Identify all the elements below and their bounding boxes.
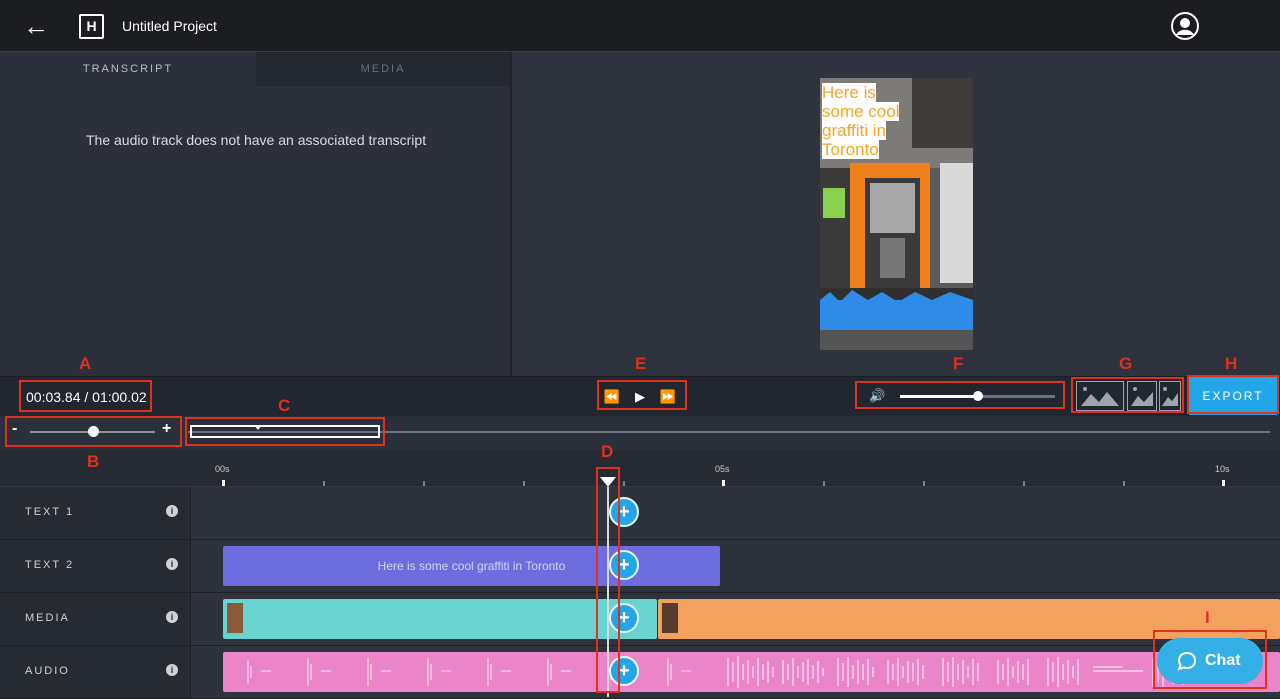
major-tick bbox=[1222, 480, 1225, 486]
minor-tick bbox=[423, 481, 425, 486]
media-clip[interactable] bbox=[223, 599, 657, 639]
annotation-label: G bbox=[1119, 354, 1133, 373]
annotation-box-f bbox=[855, 381, 1065, 409]
annotation-box-g bbox=[1071, 377, 1184, 413]
user-avatar-icon[interactable] bbox=[1171, 12, 1199, 40]
annotation-label: A bbox=[79, 354, 92, 373]
minor-tick bbox=[523, 481, 525, 486]
info-icon[interactable]: i bbox=[166, 664, 178, 676]
track-name: MEDIA bbox=[25, 612, 70, 624]
overlay-caption[interactable]: Here is some cool graffiti in Toronto bbox=[822, 83, 912, 159]
annotation-label: D bbox=[601, 442, 614, 461]
major-tick bbox=[722, 480, 725, 486]
track-lane[interactable]: Here is some cool graffiti in Toronto bbox=[191, 540, 1280, 592]
clip-thumbnail bbox=[227, 603, 243, 633]
back-arrow-icon[interactable]: ← bbox=[22, 12, 50, 40]
tab-transcript[interactable]: TRANSCRIPT bbox=[0, 52, 256, 86]
track-text-1: TEXT 1 i bbox=[0, 487, 1280, 540]
top-bar: ← H Untitled Project bbox=[0, 0, 1280, 52]
ruler-label: 00s bbox=[215, 464, 230, 474]
time-ruler[interactable]: 00s 05s 10s bbox=[0, 450, 1280, 487]
annotation-label: E bbox=[635, 354, 647, 373]
left-panel: TRANSCRIPT MEDIA The audio track does no… bbox=[0, 52, 512, 376]
annotation-box-i bbox=[1153, 630, 1267, 689]
minor-tick bbox=[1023, 481, 1025, 486]
app-logo-icon: H bbox=[79, 14, 104, 39]
video-preview: Here is some cool graffiti in Toronto bbox=[512, 52, 1280, 376]
track-name: TEXT 2 bbox=[25, 559, 75, 571]
track-audio: AUDIO i bbox=[0, 646, 1280, 699]
track-name: AUDIO bbox=[25, 665, 70, 677]
minor-tick bbox=[923, 481, 925, 486]
minor-tick bbox=[623, 481, 625, 486]
track-lane[interactable] bbox=[191, 646, 1280, 698]
annotation-box-b bbox=[5, 416, 182, 447]
annotation-label: H bbox=[1225, 354, 1238, 373]
annotation-box-e bbox=[597, 380, 687, 410]
track-label: AUDIO i bbox=[0, 646, 191, 698]
overlay-line: Toronto bbox=[822, 140, 879, 159]
audio-waveform bbox=[247, 656, 1189, 688]
track-media: MEDIA i bbox=[0, 593, 1280, 646]
annotation-box-c bbox=[185, 417, 385, 446]
minor-tick bbox=[1123, 481, 1125, 486]
annotation-box-d bbox=[596, 467, 620, 693]
track-lane[interactable] bbox=[191, 487, 1280, 539]
ruler-label: 05s bbox=[715, 464, 730, 474]
annotation-box-h bbox=[1187, 375, 1279, 414]
timeline: 00s 05s 10s TEXT 1 i TEXT 2 i Here is so… bbox=[0, 450, 1280, 699]
track-label: TEXT 1 i bbox=[0, 487, 191, 539]
tab-media[interactable]: MEDIA bbox=[256, 52, 510, 86]
info-icon[interactable]: i bbox=[166, 611, 178, 623]
annotation-label: F bbox=[953, 354, 964, 373]
project-title[interactable]: Untitled Project bbox=[122, 18, 217, 34]
audio-clip[interactable] bbox=[223, 652, 1280, 692]
info-icon[interactable]: i bbox=[166, 558, 178, 570]
ruler-label: 10s bbox=[1215, 464, 1230, 474]
track-lane[interactable] bbox=[191, 593, 1280, 645]
info-icon[interactable]: i bbox=[166, 505, 178, 517]
preview-frame[interactable]: Here is some cool graffiti in Toronto bbox=[820, 78, 973, 350]
text-clip[interactable]: Here is some cool graffiti in Toronto bbox=[223, 546, 720, 586]
overlay-line: some cool bbox=[822, 102, 900, 121]
minor-tick bbox=[823, 481, 825, 486]
major-tick bbox=[222, 480, 225, 486]
track-text-2: TEXT 2 i Here is some cool graffiti in T… bbox=[0, 540, 1280, 593]
annotation-label: I bbox=[1205, 608, 1210, 627]
annotation-box-a bbox=[19, 380, 152, 412]
transcript-message: The audio track does not have an associa… bbox=[86, 132, 427, 148]
track-label: MEDIA i bbox=[0, 593, 191, 645]
annotation-label: B bbox=[87, 452, 100, 471]
panel-tabs: TRANSCRIPT MEDIA bbox=[0, 52, 512, 86]
track-name: TEXT 1 bbox=[25, 506, 75, 518]
overlay-line: Here is bbox=[822, 83, 876, 102]
minor-tick bbox=[323, 481, 325, 486]
annotation-label: C bbox=[278, 396, 291, 415]
track-label: TEXT 2 i bbox=[0, 540, 191, 592]
overlay-line: graffiti in bbox=[822, 121, 886, 140]
clip-thumbnail bbox=[662, 603, 678, 633]
